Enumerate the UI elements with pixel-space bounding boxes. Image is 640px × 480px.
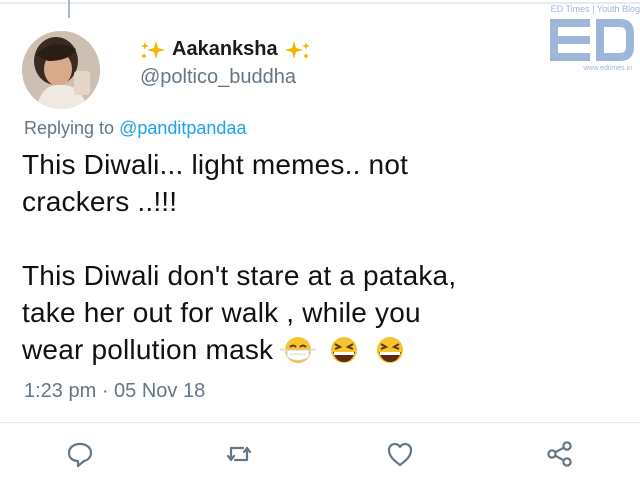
thread-line <box>68 0 70 18</box>
timestamp[interactable]: 1:23 pm · 05 Nov 18 <box>24 380 205 403</box>
watermark-url: www.edtimes.in <box>583 65 632 72</box>
like-icon <box>387 442 413 467</box>
tweet-line: This Diwali... light memes.. not <box>22 149 409 180</box>
avatar-image <box>22 31 100 109</box>
replying-prefix: Replying to <box>24 118 115 138</box>
grinning-squinting-face-icon <box>331 337 358 363</box>
tweet-line-with-emoji: wear pollution mask <box>22 331 622 368</box>
tweet-line: crackers ..!!! <box>22 186 178 217</box>
edtimes-logo <box>550 19 634 61</box>
watermark: ED Times | Youth Blog www.edtimes.in <box>548 4 640 74</box>
replying-to-mention[interactable]: @panditpandaa <box>119 118 246 138</box>
actions-divider <box>0 422 640 423</box>
top-divider <box>0 2 640 4</box>
avatar[interactable] <box>22 31 100 109</box>
face-with-medical-mask-icon <box>280 337 317 363</box>
tweet-line: This Diwali don't stare at a pataka, <box>22 260 457 291</box>
author-handle[interactable]: @poltico_buddha <box>140 66 296 89</box>
author-name: Aakanksha <box>172 38 278 60</box>
replying-to: Replying to @panditpandaa <box>24 118 246 139</box>
watermark-top-text: ED Times | Youth Blog <box>550 4 640 14</box>
retweet-icon <box>226 446 252 462</box>
share-button[interactable] <box>543 437 577 471</box>
grinning-squinting-face-icon <box>377 337 404 363</box>
like-button[interactable] <box>383 437 417 471</box>
tweet-line: take her out for walk , while you <box>22 297 421 328</box>
tweet-text: This Diwali... light memes.. not cracker… <box>22 146 622 368</box>
retweet-button[interactable] <box>222 437 256 471</box>
author-name-row[interactable]: Aakanksha <box>138 38 312 61</box>
reply-icon <box>67 442 93 468</box>
reply-button[interactable] <box>63 437 97 471</box>
sparkles-icon <box>284 40 310 59</box>
sparkles-icon <box>141 40 165 59</box>
share-icon <box>547 441 572 467</box>
tweet-line: wear pollution mask <box>22 334 274 365</box>
